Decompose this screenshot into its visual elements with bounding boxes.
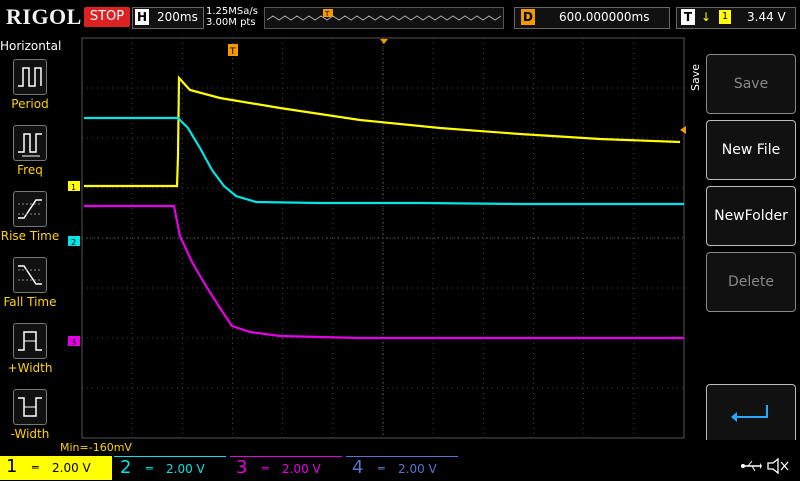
ch2-number: 2 [120,457,132,478]
ch2-waveform [84,116,684,206]
positive-width-label: +Width [7,361,53,375]
negative-width-icon [13,389,47,425]
memory-depth: 3.00M pts [206,17,256,28]
measure-fall-time-button[interactable]: Fall Time [0,257,60,309]
ch3-coupling-icon: ═ [262,462,269,475]
run-stop-indicator[interactable]: STOP [84,7,130,27]
positive-width-icon [13,323,47,359]
menu-title: Horizontal [0,39,62,53]
period-label: Period [11,97,49,111]
trigger-box[interactable]: T ↓ 1 3.44 V [676,7,796,29]
trigger-level-top-marker [380,39,388,44]
ch3-waveform [84,204,684,340]
trigger-level: 3.44 V [747,10,786,24]
ch4-scale: 2.00 V [398,462,437,476]
waveform-svg: T 1 2 3 [68,37,686,439]
top-status-bar: RIGOL STOP H 200ms 1.25MSa/s 3.00M pts T… [0,0,800,36]
period-icon [13,59,47,95]
speaker-mute-icon[interactable] [766,457,790,479]
memory-waveform-icon: T [266,9,502,21]
ch1-waveform [84,75,681,188]
save-button[interactable]: Save [706,54,796,114]
delay-value: 600.000000ms [559,10,650,24]
new-file-button[interactable]: New File [706,120,796,180]
timebase-label: H [135,9,149,25]
brand-logo: RIGOL [6,4,82,29]
freq-label: Freq [17,163,43,177]
ch1-offset-marker[interactable]: 1 [68,181,80,192]
trigger-label: T [681,9,695,25]
graticule [81,37,685,439]
ch1-status-tab[interactable]: 1 ═ 2.00 V [0,456,112,480]
memory-trigger-marker: T [324,10,330,18]
ch3-scale: 2.00 V [282,462,321,476]
new-folder-button[interactable]: NewFolder [706,186,796,246]
timebase-box[interactable]: H 200ms [132,7,204,29]
svg-text:3: 3 [71,338,76,347]
ch4-number: 4 [352,457,364,478]
measure-rise-time-button[interactable]: Rise Time [0,191,60,243]
enter-arrow-icon [731,405,768,422]
memory-overview-strip: T [264,7,504,29]
falling-edge-icon: ↓ [701,10,712,24]
svg-text:T: T [229,47,236,57]
delay-box[interactable]: D 600.000000ms [514,7,670,29]
measure-freq-button[interactable]: Freq [0,125,60,177]
ch1-coupling-icon: ═ [32,461,39,474]
rise-time-label: Rise Time [0,229,60,243]
ch1-scale: 2.00 V [52,461,91,475]
timebase-value: 200ms [157,10,198,24]
negative-width-label: -Width [10,427,50,441]
ch2-coupling-icon: ═ [146,462,153,475]
enter-button[interactable] [706,384,796,444]
ch3-number: 3 [236,457,248,478]
delay-label: D [521,9,535,25]
measure-period-button[interactable]: Period [0,59,60,111]
trigger-position-marker: T [228,44,238,57]
usb-icon [740,458,762,478]
rise-time-icon [13,191,47,227]
freq-icon [13,125,47,161]
svg-text:1: 1 [71,183,76,192]
sample-rate: 1.25MSa/s [206,6,258,17]
delete-button[interactable]: Delete [706,252,796,312]
measurement-readout: Min=-160mV [60,441,132,454]
fall-time-icon [13,257,47,293]
ch2-offset-marker[interactable]: 2 [68,236,80,247]
measure-negative-width-button[interactable]: -Width [0,389,60,441]
trigger-source: 1 [719,10,731,24]
measure-positive-width-button[interactable]: +Width [0,323,60,375]
ch4-coupling-icon: ═ [378,462,385,475]
fall-time-label: Fall Time [3,295,57,309]
ch1-number: 1 [6,456,18,477]
ch3-offset-marker[interactable]: 3 [68,336,80,347]
menu-tab-save[interactable]: Save [689,64,703,91]
svg-text:2: 2 [71,238,76,247]
save-softkey-menu: Save Save New File NewFolder Delete [686,36,800,444]
acquisition-info: 1.25MSa/s 3.00M pts [206,6,258,28]
ch2-status-tab[interactable]: 2 ═ 2.00 V [114,456,226,481]
ch2-scale: 2.00 V [166,462,205,476]
ch3-status-tab[interactable]: 3 ═ 2.00 V [230,456,342,481]
waveform-display[interactable]: T 1 2 3 [60,36,686,440]
horizontal-measure-menu: Horizontal Period Freq Rise Time Fall Ti… [0,37,62,441]
ch4-status-tab[interactable]: 4 ═ 2.00 V [346,456,458,481]
